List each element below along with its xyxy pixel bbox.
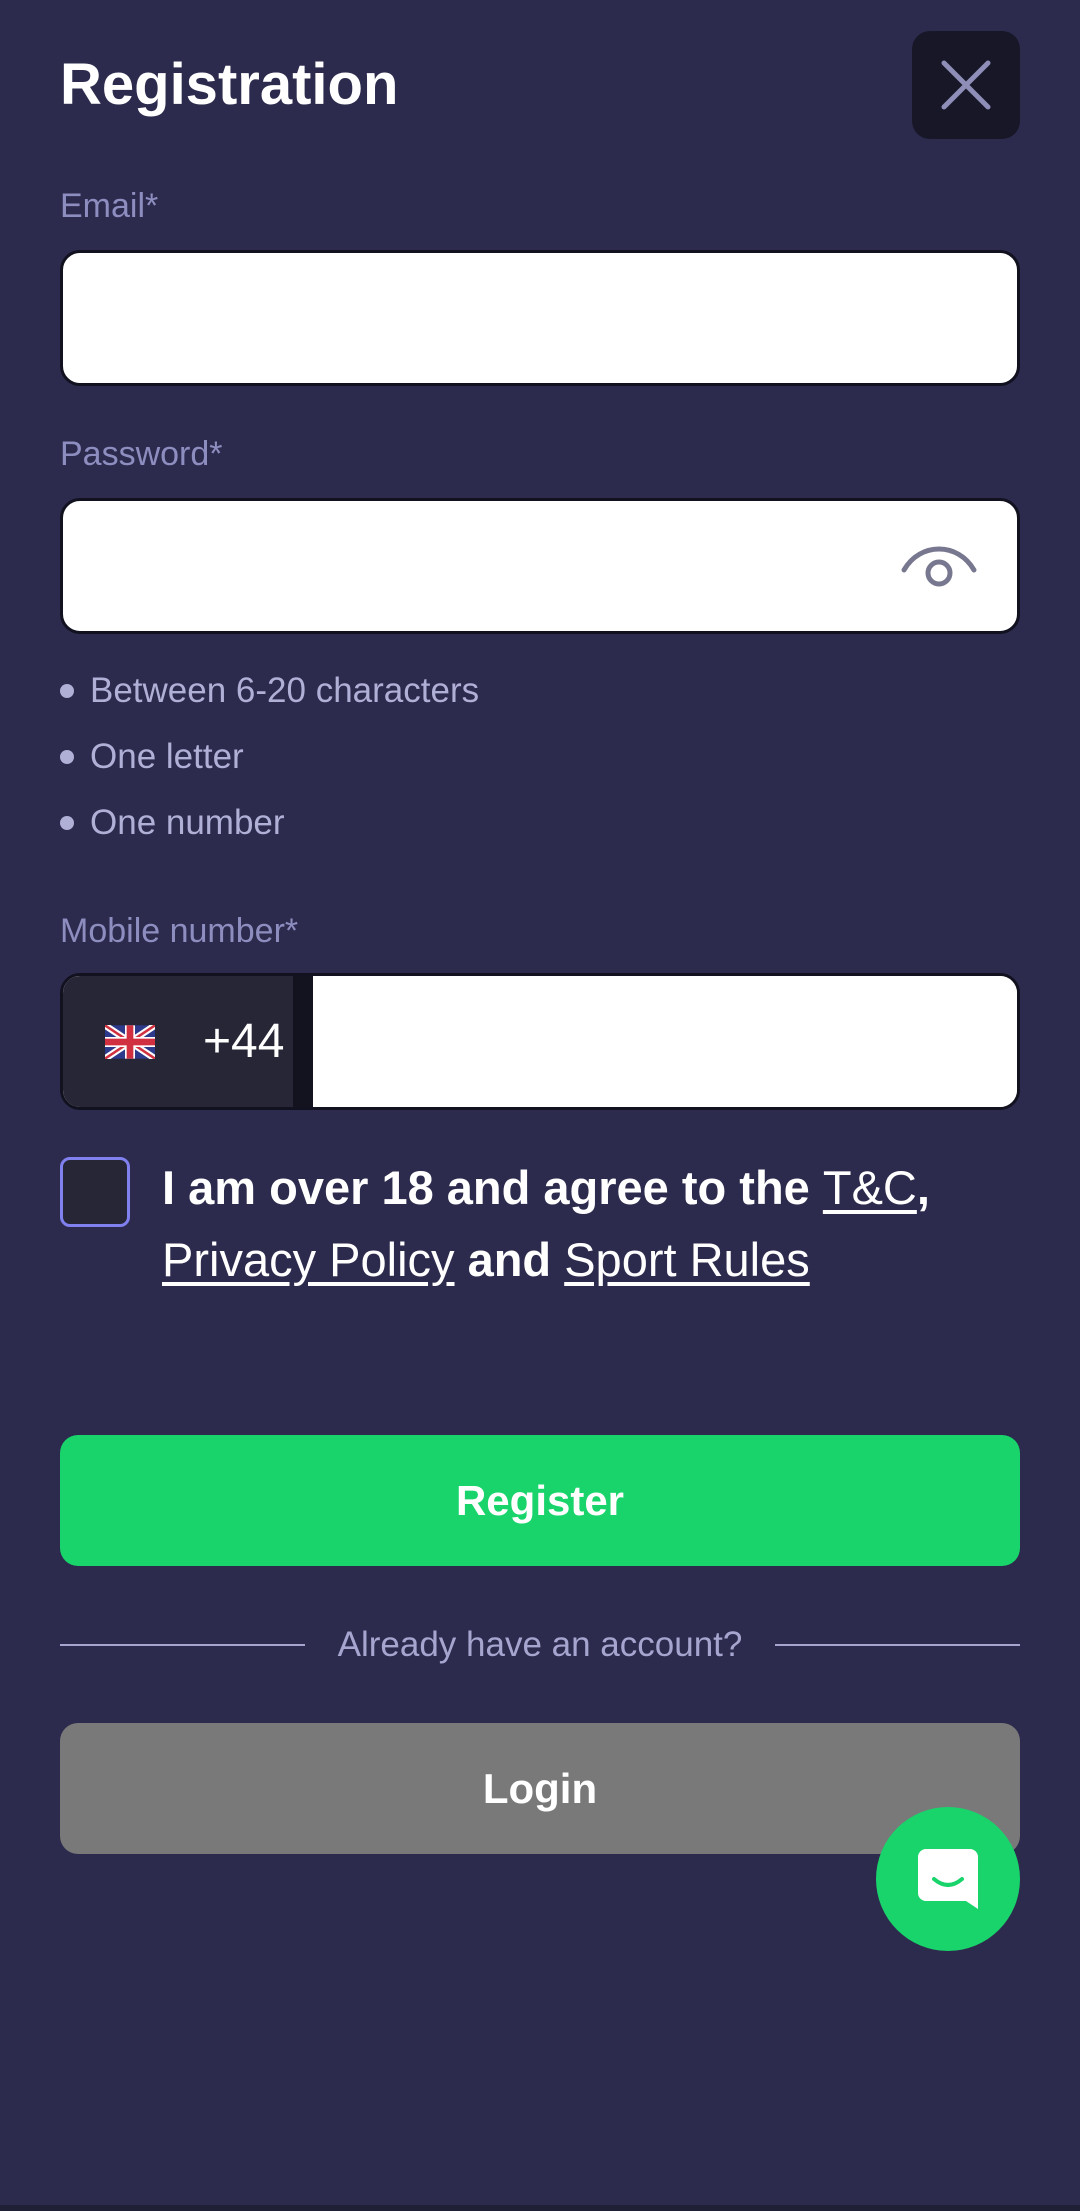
agreement-text: I am over 18 and agree to the T&C, Privac… (162, 1152, 1022, 1296)
divider-line-left (60, 1644, 305, 1646)
password-label: Password* (60, 435, 223, 473)
password-input[interactable] (60, 498, 1020, 634)
country-code-select[interactable]: +44 (63, 976, 313, 1107)
rule-text: One number (90, 803, 285, 842)
close-button[interactable] (912, 31, 1020, 139)
email-input[interactable] (60, 250, 1020, 386)
mobile-number-input[interactable] (313, 976, 1017, 1107)
agreement-prefix: I am over 18 and agree to the (162, 1161, 823, 1214)
agreement-comma: , (916, 1161, 930, 1214)
terms-link[interactable]: T&C (823, 1161, 917, 1214)
bullet-icon (60, 684, 74, 698)
eye-icon[interactable] (894, 534, 984, 594)
divider-line-right (775, 1644, 1020, 1646)
sport-rules-link[interactable]: Sport Rules (564, 1233, 810, 1286)
already-have-account-text: Already have an account? (337, 1625, 743, 1664)
mobile-number-group: +44 (60, 973, 1020, 1110)
rule-text: One letter (90, 737, 244, 776)
country-code-text: +44 (203, 1015, 285, 1068)
password-rules: Between 6-20 characters One letter One n… (60, 658, 479, 856)
password-rule-number: One number (60, 790, 479, 856)
email-label: Email* (60, 187, 159, 225)
bullet-icon (60, 816, 74, 830)
password-rule-length: Between 6-20 characters (60, 658, 479, 724)
password-rule-letter: One letter (60, 724, 479, 790)
privacy-policy-link[interactable]: Privacy Policy (162, 1233, 455, 1286)
page-title: Registration (60, 52, 399, 117)
chat-icon (918, 1849, 978, 1909)
agreement-and: and (454, 1233, 565, 1286)
rule-text: Between 6-20 characters (90, 671, 480, 710)
login-button[interactable]: Login (60, 1723, 1020, 1854)
uk-flag-icon (105, 1024, 155, 1059)
age-terms-checkbox[interactable] (60, 1157, 130, 1227)
bottom-edge-bar (0, 2205, 1080, 2211)
chat-button[interactable] (876, 1807, 1020, 1951)
register-button[interactable]: Register (60, 1435, 1020, 1566)
close-icon (941, 60, 991, 110)
bullet-icon (60, 750, 74, 764)
mobile-label: Mobile number* (60, 912, 299, 950)
